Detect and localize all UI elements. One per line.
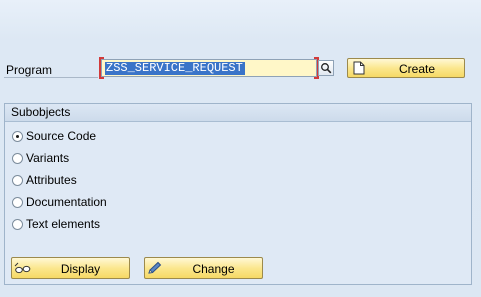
radio-button-attributes[interactable] [12,174,23,186]
change-button-label: Change [192,262,235,276]
program-input-value[interactable]: ZSS_SERVICE_REQUEST [105,62,245,75]
change-button[interactable]: Change [144,257,263,279]
radio-label-documentation[interactable]: Documentation [26,195,107,209]
subobjects-title: Subobjects [5,104,471,122]
radio-attributes[interactable]: Attributes [12,172,77,188]
program-label-underline [4,77,98,78]
pencil-icon [148,261,162,274]
radio-documentation[interactable]: Documentation [12,194,107,210]
program-label: Program [6,63,53,77]
radio-label-attributes[interactable]: Attributes [26,173,77,187]
glasses-icon [14,262,31,274]
radio-source-code[interactable]: Source Code [12,128,96,144]
radio-button-variants[interactable] [12,152,23,164]
program-row: Program ZSS_SERVICE_REQUEST Create [0,56,481,84]
display-button[interactable]: Display [11,257,130,279]
display-button-label: Display [60,262,101,276]
radio-label-source-code[interactable]: Source Code [26,129,96,143]
radio-button-source-code[interactable] [12,130,23,142]
radio-text-elements[interactable]: Text elements [12,216,100,232]
search-icon [321,63,332,74]
radio-label-text-elements[interactable]: Text elements [26,217,100,231]
radio-variants[interactable]: Variants [12,150,69,166]
subobjects-group: Subobjects Source Code Variants Attribut… [4,103,472,285]
value-help-button[interactable] [318,60,334,76]
program-input[interactable]: ZSS_SERVICE_REQUEST [99,57,319,79]
radio-button-documentation[interactable] [12,196,23,208]
create-button-label: Create [398,62,436,76]
radio-label-variants[interactable]: Variants [26,151,69,165]
create-button[interactable]: Create [347,58,465,78]
required-bracket-left [99,57,104,79]
radio-button-text-elements[interactable] [12,218,23,230]
new-document-icon [353,61,365,75]
